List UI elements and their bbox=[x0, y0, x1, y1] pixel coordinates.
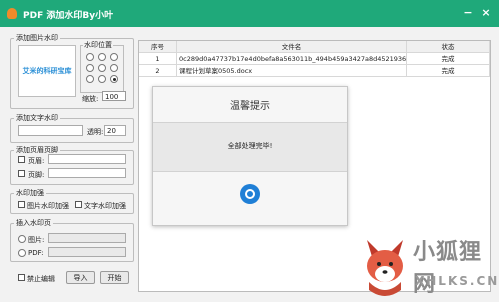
position-radio-center[interactable] bbox=[98, 64, 106, 72]
dialog-body: 全部处理完毕! bbox=[153, 122, 347, 172]
window-title: PDF 添加水印By小叶 bbox=[23, 11, 114, 21]
row-1-index[interactable]: 1 bbox=[139, 53, 177, 65]
text-reinforce-label: 文字水印加强 bbox=[84, 202, 126, 210]
zoom-label: 缩放: bbox=[82, 95, 99, 103]
position-radio-bottom-left[interactable] bbox=[86, 75, 94, 83]
image-watermark-legend: 添加图片水印 bbox=[16, 34, 58, 42]
position-radio-middle-right[interactable] bbox=[110, 64, 118, 72]
insert-image-radio[interactable] bbox=[18, 235, 26, 243]
site-watermark-sub: XHLKS.CN bbox=[415, 274, 499, 288]
disable-edit-label: 禁止编辑 bbox=[27, 275, 55, 283]
header-filename[interactable]: 文件名 bbox=[177, 41, 407, 53]
header-status[interactable]: 状态 bbox=[407, 41, 490, 53]
text-watermark-legend: 添加文字水印 bbox=[16, 114, 58, 122]
position-radio-top-right[interactable] bbox=[110, 53, 118, 61]
minimize-button[interactable]: − bbox=[461, 6, 475, 20]
zoom-select[interactable]: 100 bbox=[102, 91, 126, 101]
reinforce-legend: 水印加强 bbox=[16, 189, 44, 197]
header-index[interactable]: 序号 bbox=[139, 41, 177, 53]
start-button[interactable]: 开始 bbox=[100, 271, 129, 284]
app-icon bbox=[7, 8, 17, 19]
header-input[interactable] bbox=[48, 154, 126, 164]
opacity-select[interactable]: 20 bbox=[104, 125, 126, 136]
position-radio-top-left[interactable] bbox=[86, 53, 94, 61]
dialog-title: 温馨提示 bbox=[230, 101, 270, 112]
position-legend: 水印位置 bbox=[83, 40, 113, 50]
insert-image-path[interactable] bbox=[48, 233, 126, 243]
insert-pdf-path[interactable] bbox=[48, 247, 126, 257]
text-reinforce-checkbox[interactable] bbox=[75, 201, 82, 208]
row-2-index[interactable]: 2 bbox=[139, 65, 177, 77]
position-radio-bottom-right[interactable] bbox=[110, 75, 118, 83]
position-radio-top-center[interactable] bbox=[98, 53, 106, 61]
insert-pdf-label: PDF: bbox=[28, 249, 44, 257]
footer-label: 页脚: bbox=[28, 171, 45, 179]
insert-image-label: 图片: bbox=[28, 236, 45, 244]
footer-input[interactable] bbox=[48, 168, 126, 178]
watermark-text-input[interactable] bbox=[18, 125, 83, 136]
row-2-filename[interactable]: 课程计划草案0505.docx bbox=[177, 65, 407, 77]
preview-text: 艾米的科研宝库 bbox=[22, 67, 72, 75]
row-1-status[interactable]: 完成 bbox=[407, 53, 490, 65]
position-radio-bottom-center[interactable] bbox=[98, 75, 106, 83]
row-1-filename[interactable]: 0c289d0a47737b17e4d0befa8a563011b_494b45… bbox=[177, 53, 407, 65]
app-window: PDF 添加水印By小叶 − × 添加图片水印 艾米的科研宝库 水印位置 缩放:… bbox=[0, 0, 499, 302]
position-radio-middle-left[interactable] bbox=[86, 64, 94, 72]
header-checkbox[interactable] bbox=[18, 156, 25, 163]
image-reinforce-checkbox[interactable] bbox=[18, 201, 25, 208]
dialog-ok-button[interactable] bbox=[240, 184, 260, 204]
header-label: 页眉: bbox=[28, 157, 45, 165]
watermark-image-preview[interactable]: 艾米的科研宝库 bbox=[18, 45, 76, 97]
insert-page-legend: 插入水印页 bbox=[16, 219, 51, 227]
site-watermark: 小狐狸网 XHLKS.CN bbox=[357, 230, 497, 298]
import-button[interactable]: 导入 bbox=[66, 271, 95, 284]
close-button[interactable]: × bbox=[479, 6, 493, 20]
opacity-label: 透明: bbox=[87, 128, 104, 136]
dialog-message: 全部处理完毕! bbox=[227, 142, 273, 150]
site-watermark-text: 小狐狸网 bbox=[413, 240, 483, 297]
footer-checkbox[interactable] bbox=[18, 170, 25, 177]
image-reinforce-label: 图片水印加强 bbox=[27, 202, 69, 210]
disable-edit-checkbox[interactable] bbox=[18, 274, 25, 281]
row-2-status[interactable]: 完成 bbox=[407, 65, 490, 77]
title-bar: PDF 添加水印By小叶 − × bbox=[0, 0, 499, 27]
settings-panel: 添加图片水印 艾米的科研宝库 水印位置 缩放: 100 添加文字水印 透明: 2… bbox=[10, 33, 134, 291]
info-dialog: 温馨提示 全部处理完毕! bbox=[152, 86, 348, 226]
fox-logo-icon bbox=[367, 240, 403, 296]
insert-pdf-radio[interactable] bbox=[18, 249, 26, 257]
